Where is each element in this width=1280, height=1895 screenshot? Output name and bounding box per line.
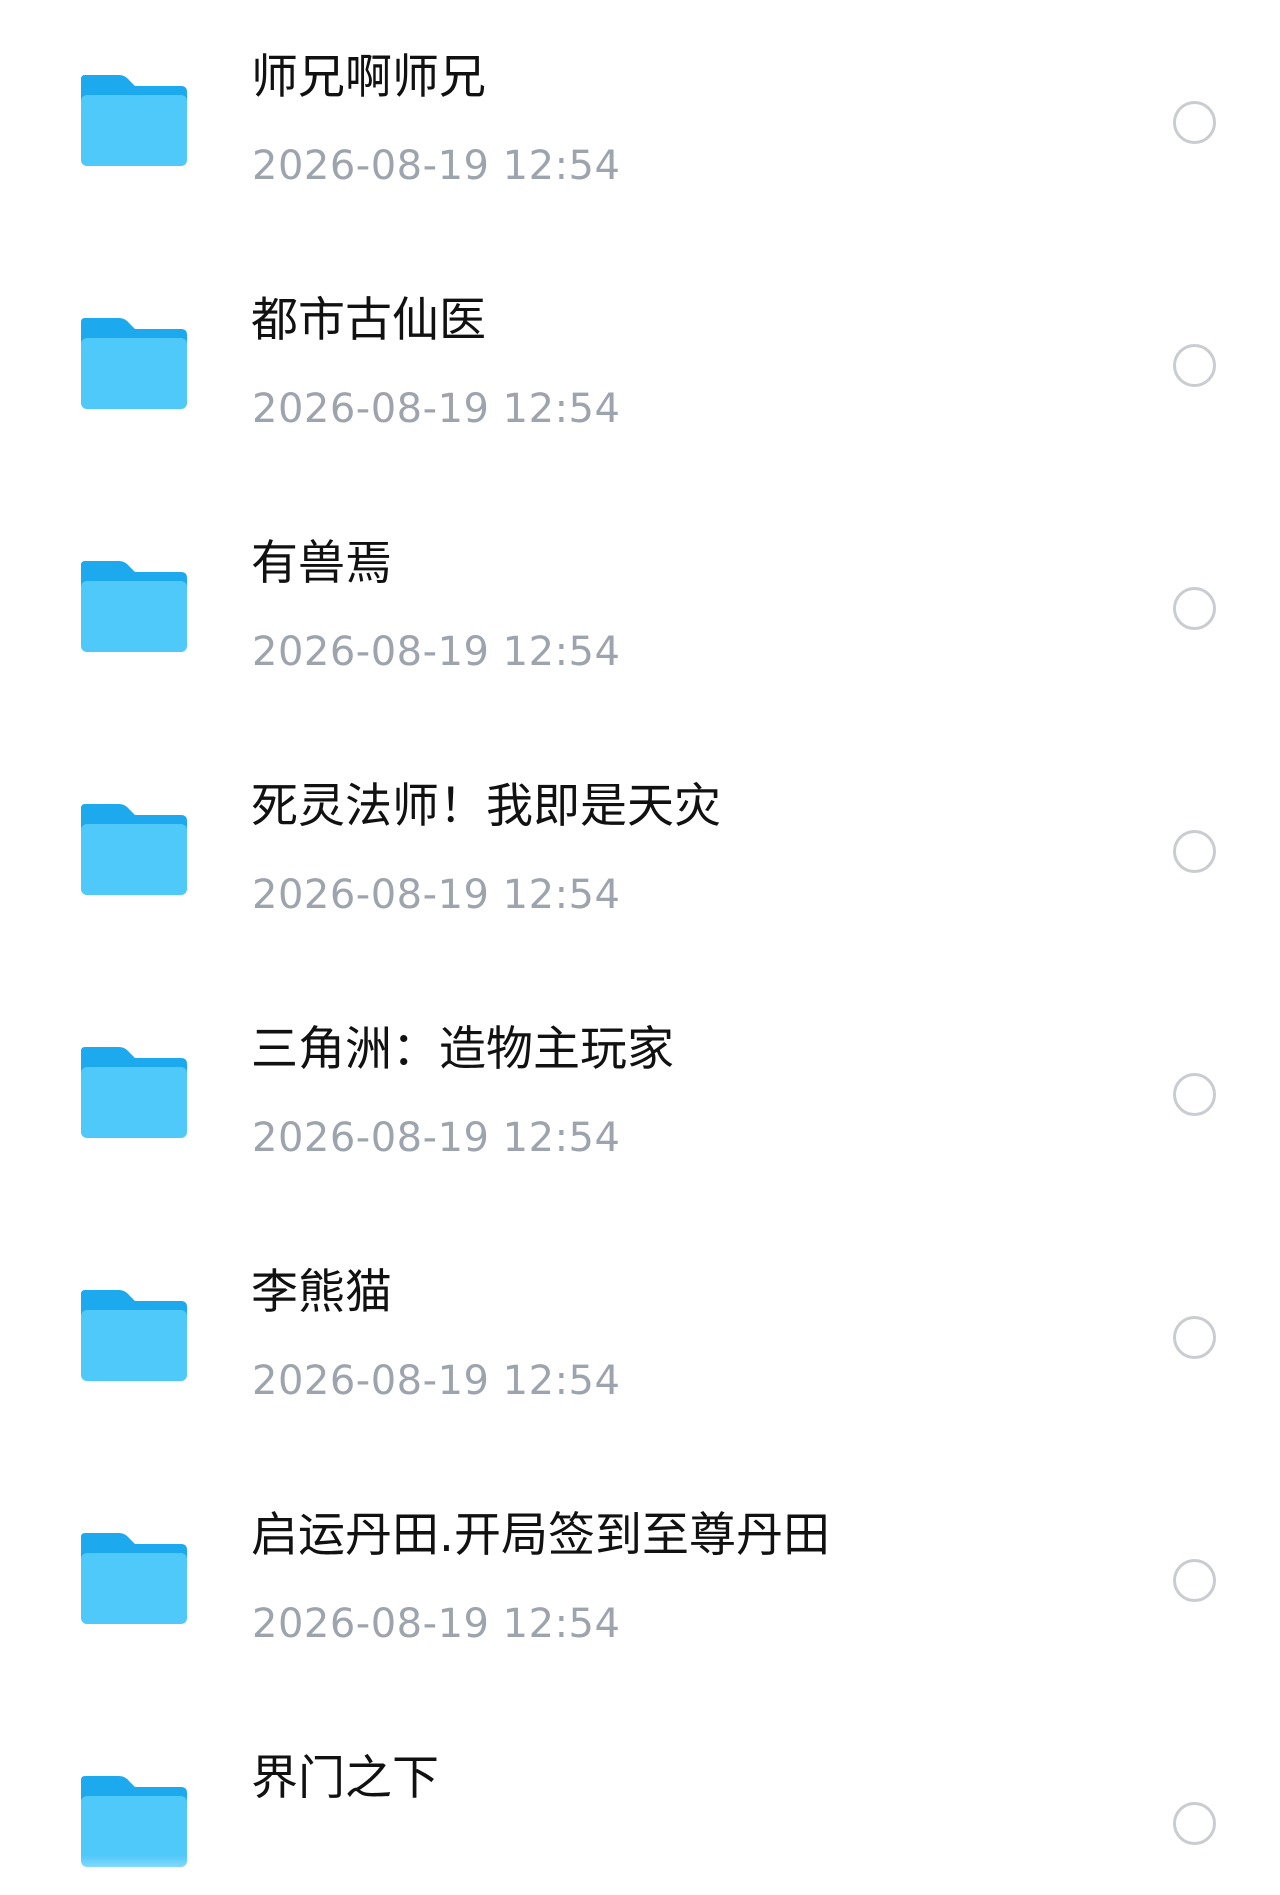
folder-icon [79,73,189,168]
file-date: 2026-08-19 12:54 [252,1115,621,1161]
folder-icon [79,802,189,897]
radio-unchecked-icon[interactable] [1173,1802,1216,1845]
folder-icon [79,316,189,411]
bottom-fade [0,1855,1280,1895]
folder-icon [79,559,189,654]
file-name: 启运丹田.开局签到至尊丹田 [251,1508,830,1563]
file-list: 师兄啊师兄 2026-08-19 12:54 都市古仙医 2026-08-19 … [0,0,1280,1895]
file-name: 死灵法师！我即是天灾 [251,779,721,834]
file-row[interactable]: 启运丹田.开局签到至尊丹田 2026-08-19 12:54 [0,1458,1280,1701]
file-date: 2026-08-19 12:54 [252,143,621,189]
file-row[interactable]: 都市古仙医 2026-08-19 12:54 [0,243,1280,486]
folder-icon [79,1045,189,1140]
file-date: 2026-08-19 12:54 [252,1601,621,1647]
file-name: 三角洲：造物主玩家 [251,1022,674,1077]
file-date: 2026-08-19 12:54 [252,629,621,675]
radio-unchecked-icon[interactable] [1173,1559,1216,1602]
file-name: 师兄啊师兄 [251,50,486,105]
file-name: 界门之下 [251,1751,439,1806]
radio-unchecked-icon[interactable] [1173,1073,1216,1116]
radio-unchecked-icon[interactable] [1173,587,1216,630]
file-row[interactable]: 师兄啊师兄 2026-08-19 12:54 [0,0,1280,243]
file-name: 有兽焉 [251,536,392,591]
file-row[interactable]: 有兽焉 2026-08-19 12:54 [0,486,1280,729]
file-date: 2026-08-19 12:54 [252,386,621,432]
file-row[interactable]: 三角洲：造物主玩家 2026-08-19 12:54 [0,972,1280,1215]
file-row[interactable]: 死灵法师！我即是天灾 2026-08-19 12:54 [0,729,1280,972]
radio-unchecked-icon[interactable] [1173,830,1216,873]
folder-icon [79,1288,189,1383]
file-name: 李熊猫 [251,1265,392,1320]
file-name: 都市古仙医 [251,293,486,348]
radio-unchecked-icon[interactable] [1173,101,1216,144]
radio-unchecked-icon[interactable] [1173,344,1216,387]
file-date: 2026-08-19 12:54 [252,1358,621,1404]
file-date: 2026-08-19 12:54 [252,872,621,918]
file-row[interactable]: 李熊猫 2026-08-19 12:54 [0,1215,1280,1458]
radio-unchecked-icon[interactable] [1173,1316,1216,1359]
folder-icon [79,1531,189,1626]
